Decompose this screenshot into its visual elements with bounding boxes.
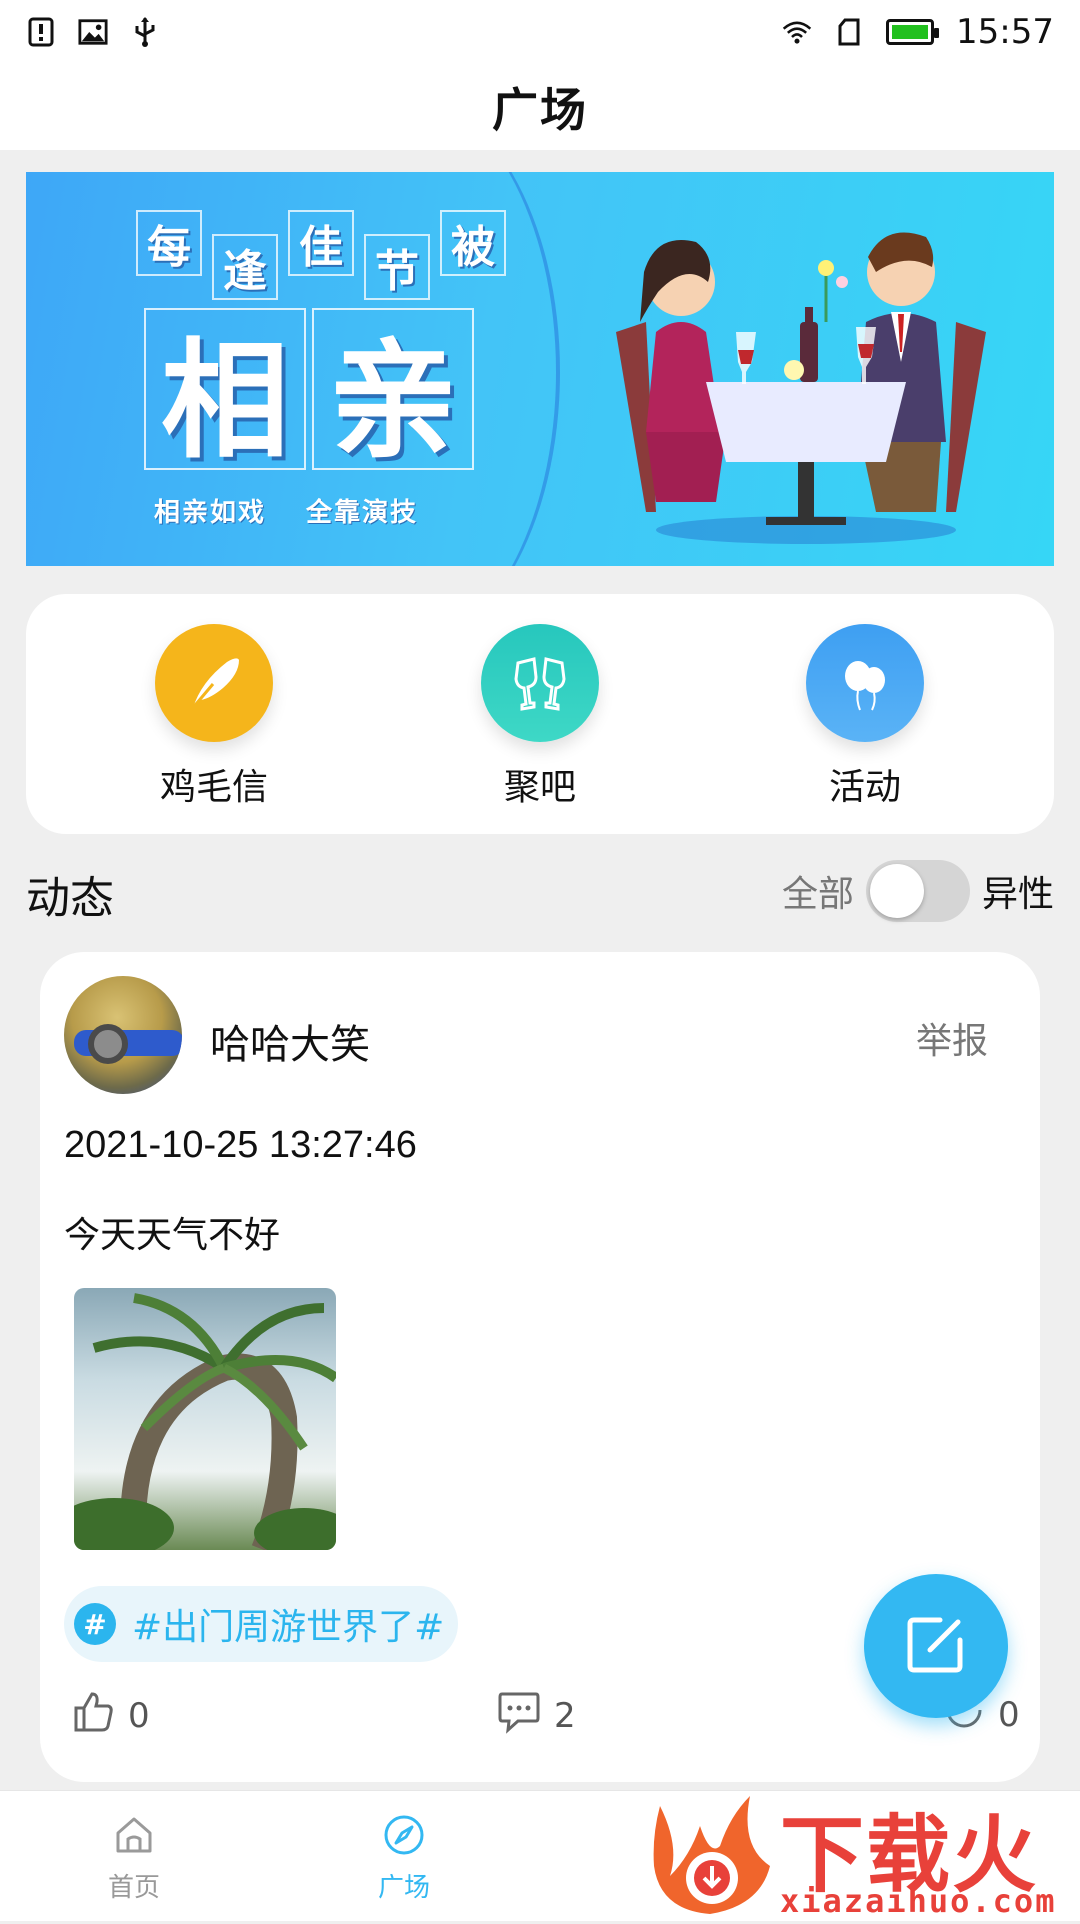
avatar[interactable] bbox=[64, 976, 182, 1094]
status-left-icons bbox=[26, 17, 160, 47]
post-username[interactable]: 哈哈大笑 bbox=[210, 1012, 370, 1070]
status-time: 15:57 bbox=[956, 12, 1054, 52]
topic-tag[interactable]: # #出门周游世界了# bbox=[64, 1586, 459, 1662]
tab-square-label: 广场 bbox=[377, 1873, 430, 1903]
tab-home[interactable]: 首页 bbox=[54, 1813, 214, 1904]
banner-subtitle: 全靠演技 bbox=[306, 498, 419, 528]
wifi-icon bbox=[782, 17, 812, 47]
banner[interactable]: 每 逢 佳 节 被 相 亲 相亲如戏 全靠演技 bbox=[26, 172, 1054, 566]
edit-icon bbox=[904, 1612, 968, 1680]
like-button[interactable]: 0 bbox=[70, 1688, 150, 1743]
compass-icon bbox=[382, 1813, 426, 1861]
battery-icon bbox=[886, 19, 940, 45]
balloons-icon bbox=[806, 624, 924, 742]
feed-section-title: 动态 bbox=[26, 873, 114, 924]
quick-menu: 鸡毛信 聚吧 活动 bbox=[26, 594, 1054, 834]
home-icon bbox=[112, 1813, 156, 1861]
thumbs-up-icon bbox=[70, 1688, 116, 1743]
banner-top-text: 每 逢 佳 节 被 bbox=[136, 210, 506, 300]
gender-filter: 全部 异性 bbox=[782, 860, 1054, 922]
watermark: 下载火 xiazaihuo.com bbox=[640, 1786, 1080, 1920]
page-header: 广场 bbox=[0, 64, 1080, 150]
banner-char: 每 bbox=[136, 210, 202, 276]
like-count: 0 bbox=[128, 1695, 150, 1736]
share-count: 0 bbox=[998, 1694, 1020, 1735]
tab-square[interactable]: 广场 bbox=[324, 1813, 484, 1904]
quick-item-activities[interactable]: 活动 bbox=[765, 624, 965, 810]
post-text: 今天天气不好 bbox=[64, 1215, 281, 1256]
cheers-glasses-icon bbox=[481, 624, 599, 742]
banner-char: 被 bbox=[440, 210, 506, 276]
toggle-knob bbox=[869, 864, 924, 918]
image-icon bbox=[78, 17, 108, 47]
banner-main-char: 亲 bbox=[312, 308, 474, 476]
hashtag-icon: # bbox=[74, 1603, 116, 1645]
usb-icon bbox=[130, 17, 160, 47]
alert-icon bbox=[26, 17, 56, 47]
post-timestamp: 2021-10-25 13:27:46 bbox=[64, 1124, 417, 1166]
sim-icon bbox=[834, 17, 864, 47]
banner-main-char: 相 bbox=[144, 308, 306, 476]
status-right-icons: 15:57 bbox=[782, 12, 1054, 52]
banner-char: 逢 bbox=[212, 234, 278, 300]
couple-dining-illustration bbox=[616, 232, 986, 544]
quick-item-label: 活动 bbox=[828, 767, 901, 808]
banner-subtitle: 相亲如戏 bbox=[154, 498, 267, 528]
status-bar: 15:57 bbox=[0, 0, 1080, 64]
banner-subtitles: 相亲如戏 全靠演技 bbox=[154, 492, 418, 529]
topic-tag-label: #出门周游世界了# bbox=[132, 1607, 445, 1648]
banner-char: 节 bbox=[364, 234, 430, 300]
filter-all-label: 全部 bbox=[781, 874, 854, 915]
comment-button[interactable]: 2 bbox=[496, 1688, 576, 1743]
comment-icon bbox=[496, 1688, 542, 1743]
watermark-url: xiazaihuo.com bbox=[780, 1882, 1057, 1920]
flame-logo-icon bbox=[653, 1796, 770, 1914]
gender-filter-toggle[interactable] bbox=[865, 860, 970, 922]
banner-main-text: 相 亲 bbox=[144, 308, 474, 476]
tab-home-label: 首页 bbox=[107, 1873, 160, 1903]
filter-opposite-label: 异性 bbox=[981, 874, 1054, 915]
quick-item-label: 聚吧 bbox=[503, 767, 576, 808]
compose-post-button[interactable] bbox=[864, 1574, 1008, 1718]
comment-count: 2 bbox=[554, 1695, 576, 1736]
report-button[interactable]: 举报 bbox=[916, 1012, 988, 1064]
quick-item-label: 鸡毛信 bbox=[159, 767, 268, 808]
quick-item-party[interactable]: 聚吧 bbox=[440, 624, 640, 810]
page-title: 广场 bbox=[492, 83, 588, 137]
post-actions: 0 2 0 bbox=[64, 1688, 1024, 1748]
quick-item-letters[interactable]: 鸡毛信 bbox=[114, 624, 314, 810]
feather-icon bbox=[155, 624, 273, 742]
post-photo-palm-tree[interactable] bbox=[74, 1288, 336, 1550]
banner-char: 佳 bbox=[288, 210, 354, 276]
